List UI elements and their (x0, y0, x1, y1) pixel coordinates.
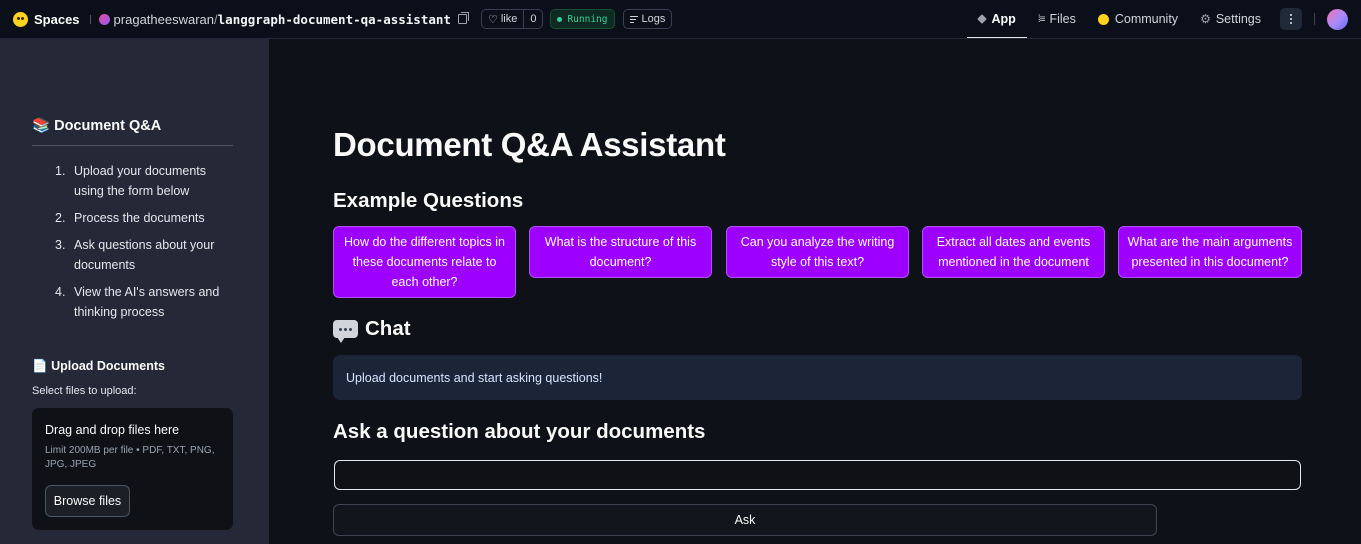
upload-heading-text: Upload Documents (51, 359, 165, 373)
tab-app[interactable]: App (966, 0, 1027, 38)
cube-icon (976, 13, 987, 24)
repo-name-link[interactable]: langgraph-document-qa-assistant (218, 12, 451, 27)
tab-files-label: Files (1049, 12, 1076, 26)
copy-icon[interactable] (457, 12, 469, 24)
example-question-button[interactable]: What is the structure of this document? (529, 226, 712, 278)
status-text: Running (567, 13, 608, 25)
tab-settings-label: Settings (1215, 12, 1261, 26)
info-alert-text: Upload documents and start asking questi… (346, 370, 603, 385)
hugging-face-logo-icon[interactable] (13, 11, 28, 27)
examples-heading: Example Questions (333, 189, 524, 212)
more-options-button[interactable] (1280, 8, 1302, 30)
browse-files-button[interactable]: Browse files (45, 485, 130, 517)
page-title: Document Q&A Assistant (333, 126, 726, 163)
list-item: 2. Process the documents (55, 211, 205, 225)
status-badge[interactable]: Running (550, 9, 615, 29)
upload-field-label: Select files to upload: (32, 385, 137, 397)
sidebar-title-text: Document Q&A (54, 118, 162, 134)
books-icon: 📚 (32, 118, 51, 134)
logs-label: Logs (641, 13, 666, 25)
owner-avatar[interactable] (98, 13, 110, 25)
like-button[interactable]: ♡ like 0 (480, 9, 544, 29)
user-avatar[interactable] (1327, 8, 1348, 30)
logs-icon (629, 14, 638, 25)
file-dropzone[interactable]: Drag and drop files here Limit 200MB per… (32, 408, 233, 530)
owner-link[interactable]: pragatheeswaran (114, 12, 214, 27)
tab-settings[interactable]: ⚙ Settings (1189, 0, 1272, 38)
upload-heading: 📄 Upload Documents (32, 359, 165, 374)
example-question-button[interactable]: Extract all dates and events mentioned i… (922, 226, 1105, 278)
gear-icon: ⚙ (1200, 12, 1211, 26)
instructions-list: 1. Upload your documents using the form b… (55, 161, 225, 329)
top-bar: Spaces pragatheeswaran / langgraph-docum… (0, 0, 1361, 39)
like-label: like (500, 13, 518, 25)
dropzone-title: Drag and drop files here (45, 423, 180, 437)
list-item: 1. Upload your documents using the form b… (55, 164, 207, 198)
list-item: 3. Ask questions about your documents (55, 238, 215, 272)
status-dot-icon (557, 16, 563, 22)
example-question-button[interactable]: What are the main arguments presented in… (1118, 226, 1302, 278)
ask-heading: Ask a question about your documents (333, 420, 706, 443)
example-question-button[interactable]: How do the different topics in these doc… (333, 226, 516, 298)
sidebar-title: 📚 Document Q&A (32, 117, 161, 134)
tab-app-label: App (991, 11, 1016, 26)
info-alert: Upload documents and start asking questi… (333, 355, 1302, 400)
question-input[interactable] (334, 460, 1301, 490)
sidebar: 📚 Document Q&A 1. Upload your documents u… (0, 39, 269, 544)
like-count[interactable]: 0 (523, 10, 542, 28)
divider (89, 14, 91, 24)
heart-icon: ♡ (487, 13, 498, 26)
community-icon (1097, 13, 1109, 25)
tab-files[interactable]: ⁞≡ Files (1027, 0, 1087, 38)
divider (1314, 13, 1315, 25)
chat-heading-text: Chat (365, 317, 411, 340)
logs-button[interactable]: Logs (622, 9, 673, 29)
tab-community[interactable]: Community (1087, 0, 1189, 38)
chat-heading: Chat (333, 317, 411, 343)
ask-button[interactable]: Ask (333, 504, 1157, 536)
tab-community-label: Community (1114, 12, 1179, 26)
files-icon: ⁞≡ (1037, 13, 1046, 25)
example-question-button[interactable]: Can you analyze the writing style of thi… (726, 226, 909, 278)
document-icon: 📄 (32, 359, 48, 373)
sidebar-divider (32, 145, 233, 146)
list-item: 4. View the AI's answers and thinking pro… (55, 285, 220, 319)
spaces-link[interactable]: Spaces (34, 12, 80, 27)
dropzone-limit: Limit 200MB per file • PDF, TXT, PNG, JP… (45, 445, 215, 470)
speech-bubble-icon (333, 320, 358, 343)
